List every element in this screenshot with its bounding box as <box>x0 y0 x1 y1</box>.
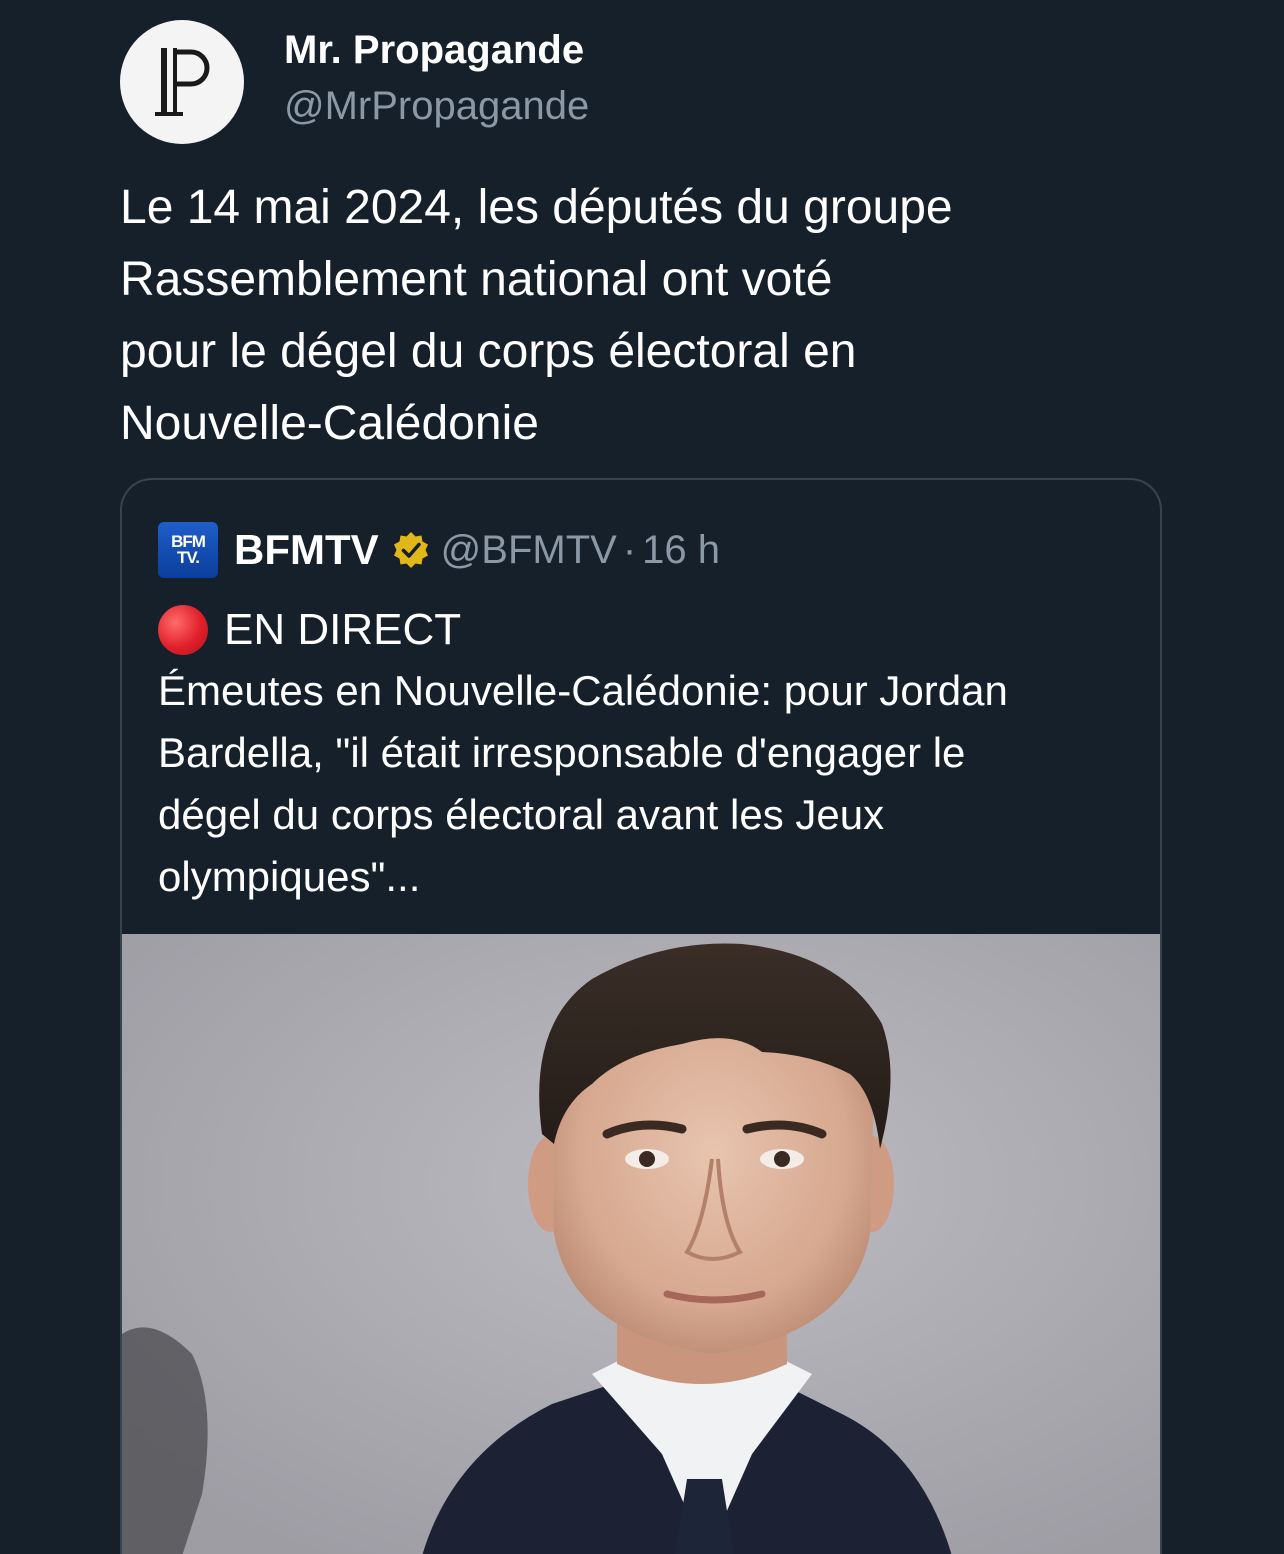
live-label: EN DIRECT <box>158 602 461 658</box>
separator-dot: · <box>622 527 637 572</box>
quoted-text-line: olympiques"... <box>158 853 421 900</box>
bfmtv-logo-text-bottom: TV. <box>177 548 200 567</box>
quoted-tweet-text: Émeutes en Nouvelle-Calédonie: pour Jord… <box>158 660 1138 908</box>
p-monogram-logo-icon <box>155 48 210 116</box>
quoted-text-line: dégel du corps électoral avant les Jeux <box>158 791 885 838</box>
tweet-text-line: Nouvelle-Calédonie <box>120 397 539 450</box>
gold-verified-badge-icon <box>393 532 428 568</box>
quoted-text-line: Bardella, "il était irresponsable d'enga… <box>158 729 966 776</box>
avatar[interactable] <box>120 20 244 144</box>
live-label-text: EN DIRECT <box>224 605 462 654</box>
quoted-tweet-image[interactable] <box>122 934 1160 1554</box>
quoted-tweet-card[interactable]: BFM TV. BFMTV @BFMTV · 16 h EN DIRECT Ém… <box>120 478 1162 1554</box>
tweet-text-line: pour le dégel du corps électoral en <box>120 325 857 378</box>
tweet: Mr. Propagande @MrPropagande Le 14 mai 2… <box>0 0 1284 1554</box>
quoted-text-line: Émeutes en Nouvelle-Calédonie: pour Jord… <box>158 667 1008 714</box>
portrait-photo <box>122 934 1160 1554</box>
quoted-author-name[interactable]: BFMTV <box>234 526 379 574</box>
tweet-text-line: Rassemblement national ont voté <box>120 253 833 306</box>
red-circle-icon <box>158 605 208 655</box>
author-handle[interactable]: @MrPropagande <box>284 80 589 132</box>
tweet-text: Le 14 mai 2024, les députés du groupe Ra… <box>120 172 1180 460</box>
quoted-author-handle[interactable]: @BFMTV <box>441 528 617 573</box>
quoted-tweet-header: BFM TV. BFMTV @BFMTV · 16 h <box>158 520 720 580</box>
tweet-text-line: Le 14 mai 2024, les députés du groupe <box>120 181 953 234</box>
bfmtv-logo-icon[interactable]: BFM TV. <box>158 522 218 578</box>
author-display-name[interactable]: Mr. Propagande <box>284 24 584 76</box>
quoted-timestamp[interactable]: 16 h <box>642 528 720 573</box>
